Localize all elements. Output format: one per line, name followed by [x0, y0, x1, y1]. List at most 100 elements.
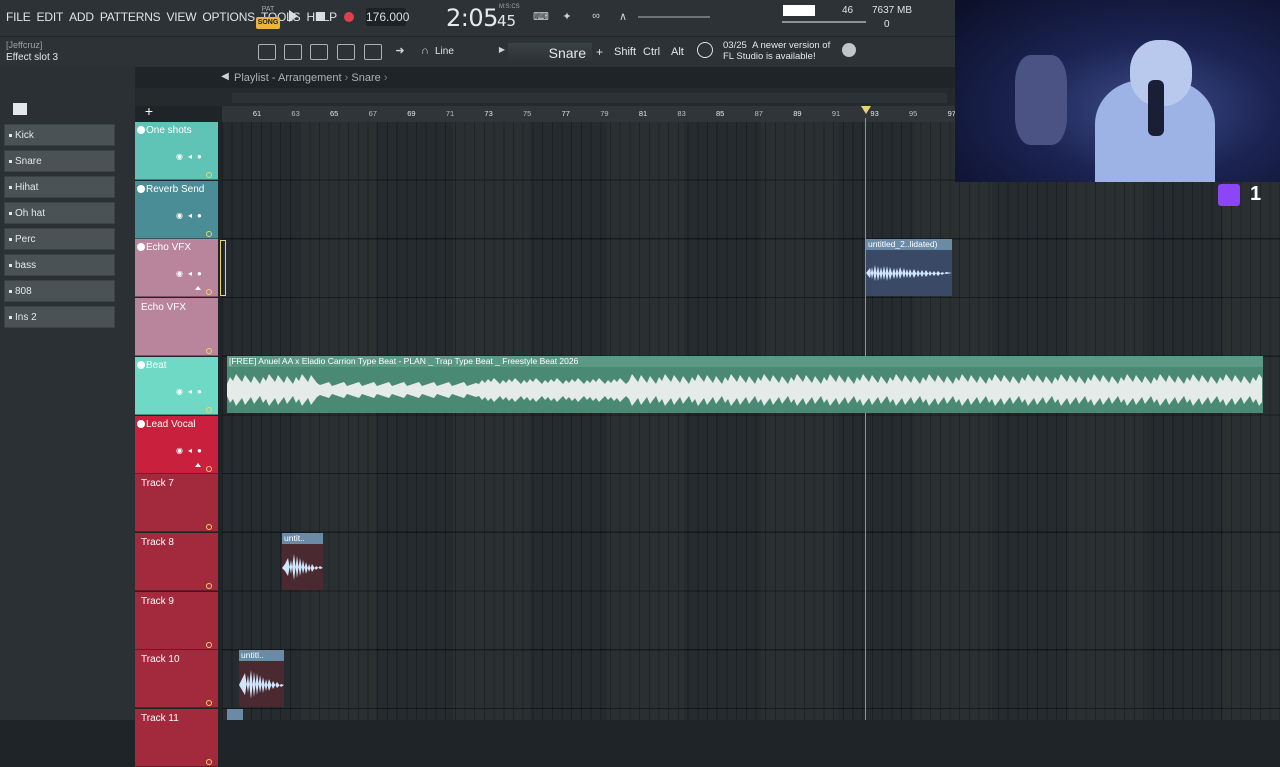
clip-title: untitled_2..lidated) [866, 239, 952, 250]
record-icon[interactable] [344, 12, 354, 22]
pitch-slider[interactable] [638, 16, 710, 18]
menu-patterns[interactable]: PATTERNS [100, 10, 161, 24]
track-enable-icon[interactable] [137, 126, 145, 134]
song-overview[interactable] [232, 93, 947, 103]
track-name: Echo VFX [146, 242, 192, 254]
channel-bass[interactable]: bass [4, 254, 115, 276]
typing-keyboard-icon[interactable]: ⌨ [532, 10, 550, 24]
shift-key[interactable]: Shift [614, 46, 636, 58]
menu-view[interactable]: VIEW [166, 10, 196, 24]
metronome-icon[interactable]: ∧ [614, 10, 632, 24]
track-enable-icon[interactable] [137, 419, 145, 428]
track-led-icon[interactable] [206, 700, 212, 707]
countdown-icon[interactable]: ✦ [558, 10, 576, 24]
piano-roll-icon[interactable] [310, 44, 328, 60]
secondary-toolbar: [Jeffcruz] Effect slot 3 ➜ ∩ Line ▶ Snar… [0, 36, 955, 67]
piano-icon[interactable] [13, 103, 27, 115]
bar-shade [453, 122, 530, 720]
track-enable-icon[interactable] [137, 243, 145, 252]
menu-options[interactable]: OPTIONS [202, 10, 255, 24]
track-led-icon[interactable] [206, 348, 212, 355]
track-header[interactable]: Echo VFX [135, 298, 218, 357]
audio-clip-track10[interactable]: untitl.. [239, 650, 284, 707]
stop-icon[interactable] [316, 12, 325, 21]
add-pattern-button[interactable]: + [596, 45, 603, 59]
track-controls-icon[interactable]: ◉◂● [176, 446, 207, 455]
loop-record-icon[interactable]: ∞ [587, 10, 605, 24]
channel-kick[interactable]: Kick [4, 124, 115, 146]
channel-snare[interactable]: Snare [4, 150, 115, 172]
output-monitor [783, 5, 815, 16]
track-controls-icon[interactable]: ◉◂● [176, 152, 207, 161]
audio-clip-echo[interactable]: untitled_2..lidated) [866, 239, 952, 296]
track-enable-icon[interactable] [137, 360, 145, 369]
track-header[interactable]: Beat ◉◂● [135, 356, 218, 415]
magnet-icon[interactable]: ∩ [416, 45, 434, 59]
ruler-tick: 79 [600, 109, 609, 118]
song-mode-button[interactable]: SONG [256, 17, 280, 29]
menu-add[interactable]: ADD [69, 10, 94, 24]
news-panel[interactable]: 03/25 A newer version of FL Studio is av… [723, 40, 830, 62]
track-led-icon[interactable] [206, 582, 212, 589]
song-time-display[interactable]: 2:05 [446, 4, 498, 32]
play-icon[interactable] [289, 10, 298, 22]
arrow-right-icon[interactable]: ➜ [391, 44, 409, 58]
audio-clip-beat[interactable]: [FREE] Anuel AA x Eladio Carrion Type Be… [227, 356, 1263, 413]
pat-mode-label[interactable]: PAT [256, 6, 280, 13]
track-header[interactable]: One shots ◉◂● [135, 122, 218, 180]
menu-edit[interactable]: EDIT [37, 10, 64, 24]
track-led-icon[interactable] [206, 230, 212, 237]
track-led-icon[interactable] [206, 759, 212, 765]
playlist-pattern[interactable]: Snare [351, 72, 380, 84]
track-controls-icon[interactable]: ◉◂● [176, 387, 207, 396]
track-header[interactable]: Track 7 [135, 474, 218, 533]
track-header[interactable]: Track 10 [135, 650, 218, 709]
ruler-tick: 81 [638, 109, 648, 118]
audio-clip-track8[interactable]: untit.. [282, 533, 323, 590]
track-led-icon[interactable] [206, 172, 212, 178]
twitch-icon [1218, 184, 1240, 206]
ctrl-key[interactable]: Ctrl [643, 46, 660, 58]
channel-808[interactable]: 808 [4, 280, 115, 302]
playhead-marker[interactable] [861, 106, 871, 114]
twitch-viewer-count: 1 [1250, 183, 1262, 205]
track-header[interactable]: Track 11 [135, 709, 218, 767]
audio-clip-track11[interactable] [227, 709, 243, 720]
pattern-selector[interactable]: Snare [508, 43, 592, 63]
channel-ins-2[interactable]: Ins 2 [4, 306, 115, 328]
track-controls-icon[interactable]: ◉◂● [176, 269, 207, 278]
track-controls-icon[interactable]: ◉◂● [176, 211, 207, 220]
globe-icon[interactable] [842, 43, 856, 57]
collapse-icon[interactable] [195, 462, 201, 467]
track-enable-icon[interactable] [137, 184, 145, 193]
collapse-icon[interactable] [195, 286, 201, 291]
track-header[interactable]: Track 9 [135, 591, 218, 650]
track-led-icon[interactable] [206, 289, 212, 296]
track-header[interactable]: Lead Vocal ◉◂● [135, 415, 218, 474]
track-led-icon[interactable] [206, 524, 212, 531]
channel-hihat[interactable]: Hihat [4, 176, 115, 198]
timeline-ruler[interactable]: 61 63 65 67 69 71 73 75 77 79 81 83 85 87 89 91 93 95 97 [222, 106, 956, 123]
ruler-tick: 89 [793, 109, 802, 118]
snap-icon[interactable] [258, 44, 276, 60]
master-volume-slider[interactable] [782, 21, 866, 23]
track-header[interactable]: Echo VFX ◉◂● [135, 239, 218, 298]
menu-file[interactable]: FILE [6, 10, 31, 24]
channel-perc[interactable]: Perc [4, 228, 115, 250]
channel-oh-hat[interactable]: Oh hat [4, 202, 115, 224]
track-led-icon[interactable] [206, 465, 212, 472]
playlist-icon[interactable] [284, 44, 302, 60]
tempo-display[interactable]: 176.000 [366, 8, 409, 26]
track-led-icon[interactable] [206, 406, 212, 413]
news-icon[interactable] [697, 42, 713, 58]
ruler-tick: 67 [368, 109, 377, 118]
snap-mode-label[interactable]: Line [435, 46, 454, 57]
track-header[interactable]: Track 8 [135, 532, 218, 591]
playlist-menu-icon[interactable]: ◀ [216, 71, 234, 85]
track-led-icon[interactable] [206, 641, 212, 648]
track-header[interactable]: Reverb Send ◉◂● [135, 180, 218, 239]
top-toolbar: FILEEDITADDPATTERNSVIEWOPTIONSTOOLSHELP … [0, 0, 955, 36]
mixer-icon[interactable] [364, 44, 382, 60]
channel-rack-icon[interactable] [337, 44, 355, 60]
alt-key[interactable]: Alt [671, 46, 684, 58]
